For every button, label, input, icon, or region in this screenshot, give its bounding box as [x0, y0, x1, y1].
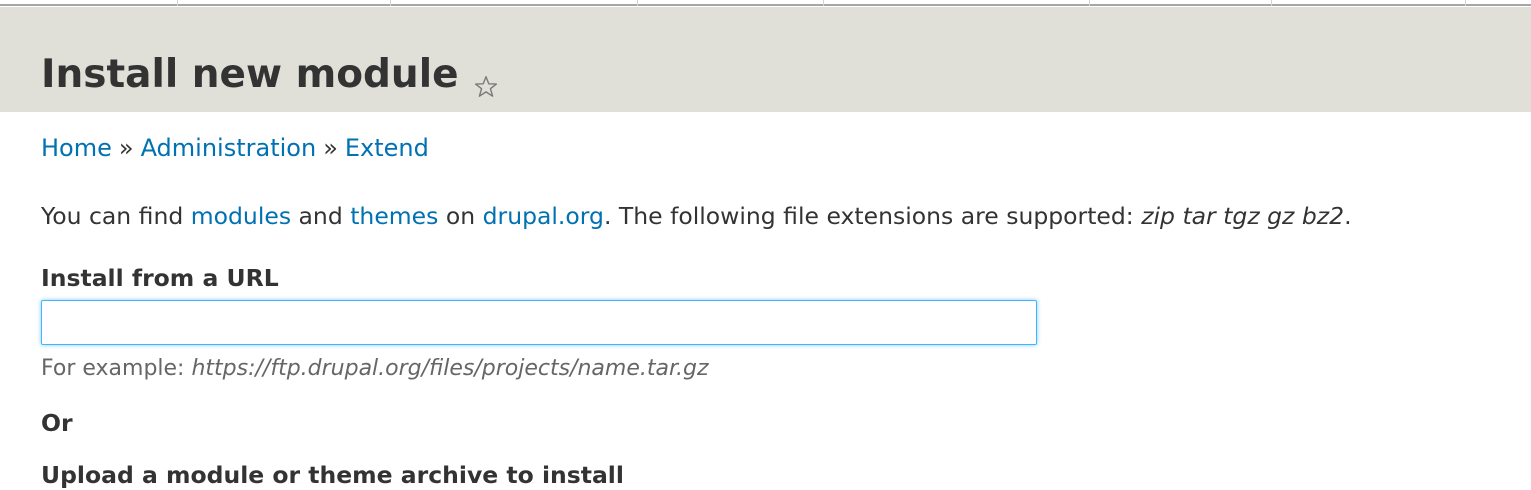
help-text-part: .	[1344, 202, 1352, 230]
supported-extensions: zip tar tgz gz bz2	[1141, 202, 1345, 230]
toolbar-tab-divider	[637, 0, 638, 6]
upload-archive-label: Upload a module or theme archive to inst…	[41, 461, 624, 489]
toolbar-tab-divider	[1271, 0, 1272, 6]
description-example-url: https://ftp.drupal.org/files/projects/na…	[191, 356, 709, 381]
star-icon[interactable]	[473, 64, 499, 97]
toolbar-tab-divider	[1089, 0, 1090, 6]
help-text-part: You can find	[41, 202, 191, 230]
breadcrumb-home-link[interactable]: Home	[41, 134, 112, 162]
help-text-part: and	[291, 202, 351, 230]
url-field-description: For example: https://ftp.drupal.org/file…	[41, 354, 709, 384]
toolbar-tab-divider	[177, 0, 178, 6]
toolbar-tray	[0, 0, 1531, 6]
install-from-url-label: Install from a URL	[41, 264, 279, 292]
modules-link[interactable]: modules	[191, 202, 291, 230]
breadcrumb-administration-link[interactable]: Administration	[141, 134, 317, 162]
breadcrumb: Home» Administration» Extend	[41, 132, 429, 164]
description-prefix: For example:	[41, 356, 192, 381]
toolbar-tab-divider	[1465, 0, 1466, 6]
toolbar-tab-divider	[390, 0, 391, 6]
page-title: Install new module	[41, 52, 459, 97]
breadcrumb-extend-link[interactable]: Extend	[345, 134, 429, 162]
help-text: You can find modules and themes on drupa…	[41, 200, 1352, 232]
help-text-part: on	[438, 202, 483, 230]
install-url-input[interactable]	[41, 300, 1037, 345]
breadcrumb-separator: »	[118, 134, 134, 162]
breadcrumb-separator: »	[323, 134, 338, 162]
help-text-part: . The following file extensions are supp…	[603, 202, 1142, 230]
page-title-wrapper: Install new module	[41, 51, 499, 99]
page-header: Install new module	[0, 7, 1531, 112]
themes-link[interactable]: themes	[350, 202, 438, 230]
toolbar-tab-divider	[823, 0, 824, 6]
or-separator-label: Or	[41, 409, 73, 437]
drupal-org-link[interactable]: drupal.org	[483, 202, 604, 230]
